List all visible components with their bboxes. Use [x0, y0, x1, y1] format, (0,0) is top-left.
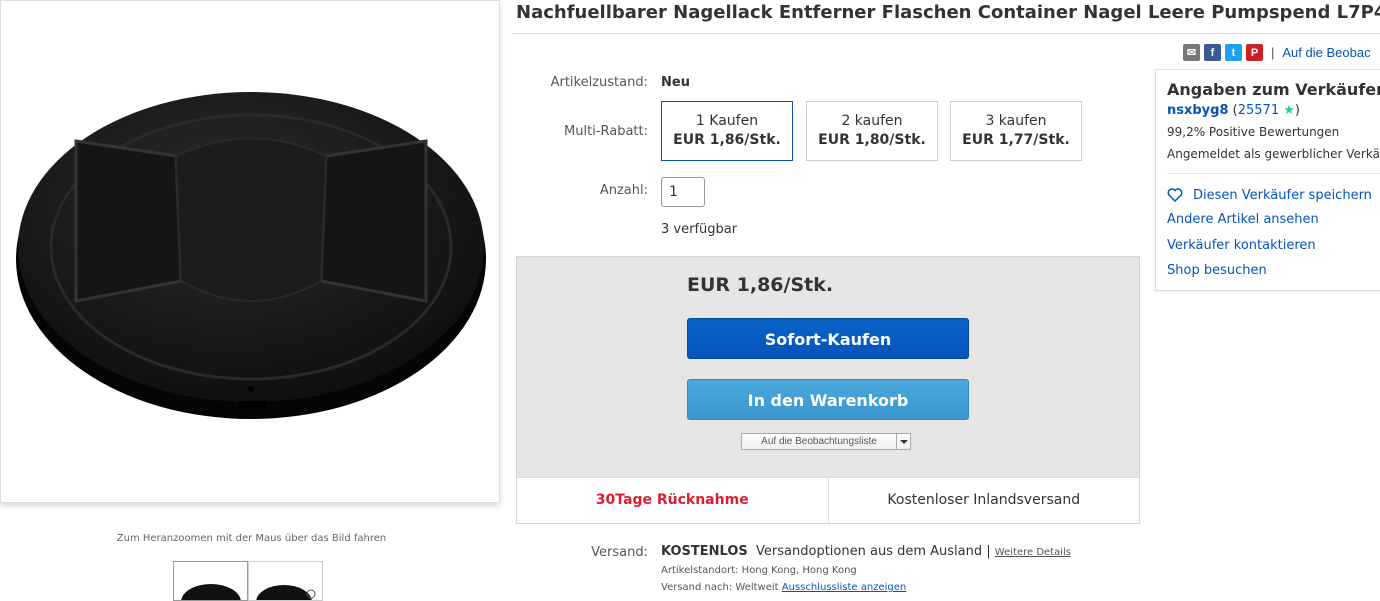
ships-to: Versand nach: Weltweit Ausschlussliste a…: [661, 582, 906, 593]
quantity-input[interactable]: 1: [661, 177, 705, 207]
tier-3-option[interactable]: 3 kaufen EUR 1,77/Stk.: [950, 101, 1082, 161]
returns-info: 30Tage Rücknahme: [517, 478, 829, 523]
tier-quantity: 1 Kaufen: [695, 113, 759, 129]
shipping-options: Versandoptionen aus dem Ausland: [756, 544, 983, 559]
feedback-score-link[interactable]: 25571: [1238, 103, 1279, 118]
facebook-icon[interactable]: f: [1204, 44, 1221, 61]
share-bar: ✉ f t P | Auf die Beobac: [1183, 44, 1371, 61]
watch-link[interactable]: Auf die Beobac: [1282, 45, 1370, 60]
product-image-frame[interactable]: [0, 0, 500, 503]
quantity-label: Anzahl:: [599, 183, 648, 198]
watchlist-button[interactable]: Auf die Beobachtungsliste: [741, 433, 911, 450]
seller-divider: [1167, 173, 1380, 174]
registration-status: Angemeldet als gewerblicher Verkäufer: [1167, 147, 1380, 161]
twitter-icon[interactable]: t: [1225, 44, 1242, 61]
shipping-summary: KOSTENLOS Versandoptionen aus dem Auslan…: [661, 544, 1071, 559]
lens-cap-image: [16, 92, 486, 419]
buy-box: EUR 1,86/Stk. Sofort-Kaufen In den Waren…: [516, 256, 1140, 524]
tier-quantity: 3 kaufen: [985, 113, 1047, 129]
share-separator: |: [1271, 45, 1275, 60]
seller-name-link[interactable]: nsxbyg8: [1167, 103, 1229, 118]
condition-label: Artikelzustand:: [550, 75, 648, 90]
tier-price: EUR 1,77/Stk.: [962, 132, 1070, 148]
seller-name-row: nsxbyg8 (25571 ★): [1167, 103, 1300, 118]
buy-now-button[interactable]: Sofort-Kaufen: [687, 318, 969, 359]
location-label: Artikelstandort:: [661, 565, 739, 576]
heart-icon[interactable]: [1167, 187, 1183, 203]
visit-shop-link[interactable]: Shop besuchen: [1167, 263, 1267, 278]
save-seller-link[interactable]: Diesen Verkäufer speichern: [1193, 188, 1372, 203]
item-location: Artikelstandort: Hong Kong, Hong Kong: [661, 565, 857, 576]
price: EUR 1,86/Stk.: [687, 274, 834, 296]
thumbnail-1[interactable]: [173, 561, 248, 601]
condition-value: Neu: [661, 75, 690, 90]
seller-panel: Angaben zum Verkäufer nsxbyg8 (25571 ★) …: [1155, 69, 1380, 291]
tier-price: EUR 1,86/Stk.: [673, 132, 781, 148]
ships-to-label: Versand nach:: [661, 582, 733, 593]
tier-price: EUR 1,80/Stk.: [818, 132, 926, 148]
watchlist-label: Auf die Beobachtungsliste: [761, 436, 877, 447]
contact-seller-link[interactable]: Verkäufer kontaktieren: [1167, 238, 1316, 253]
location-value: Hong Kong, Hong Kong: [741, 565, 857, 576]
positive-feedback: 99,2% Positive Bewertungen: [1167, 125, 1340, 139]
exclusion-list-link[interactable]: Ausschlussliste anzeigen: [782, 582, 906, 593]
multi-discount-label: Multi-Rabatt:: [564, 124, 648, 139]
other-items-link[interactable]: Andere Artikel ansehen: [1167, 212, 1319, 227]
shipping-label: Versand:: [591, 545, 648, 560]
star-icon: ★: [1283, 103, 1295, 118]
shipping-separator: |: [986, 544, 991, 559]
ships-to-value: Weltweit: [735, 582, 779, 593]
shipping-cost: KOSTENLOS: [661, 544, 748, 559]
free-shipping-info: Kostenloser Inlandsversand: [887, 492, 1081, 508]
tier-2-option[interactable]: 2 kaufen EUR 1,80/Stk.: [806, 101, 938, 161]
mail-icon[interactable]: ✉: [1183, 44, 1200, 61]
thumbnail-2[interactable]: [248, 561, 323, 601]
buy-box-footer: 30Tage Rücknahme Kostenloser Inlandsvers…: [517, 477, 1139, 523]
title-divider: [512, 33, 1380, 34]
pinterest-icon[interactable]: P: [1246, 44, 1263, 61]
available-count: 3 verfügbar: [661, 222, 738, 237]
tier-1-option[interactable]: 1 Kaufen EUR 1,86/Stk.: [661, 101, 793, 161]
score-close: ): [1294, 103, 1300, 118]
shipping-details-link[interactable]: Weitere Details: [995, 547, 1071, 558]
product-title: Nachfuellbarer Nagellack Entferner Flasc…: [516, 2, 1380, 23]
tier-quantity: 2 kaufen: [841, 113, 903, 129]
zoom-hint: Zum Heranzoomen mit der Maus über das Bi…: [116, 533, 387, 544]
chevron-down-icon[interactable]: [896, 434, 910, 449]
add-to-cart-button[interactable]: In den Warenkorb: [687, 379, 969, 420]
seller-heading: Angaben zum Verkäufer: [1167, 80, 1380, 99]
